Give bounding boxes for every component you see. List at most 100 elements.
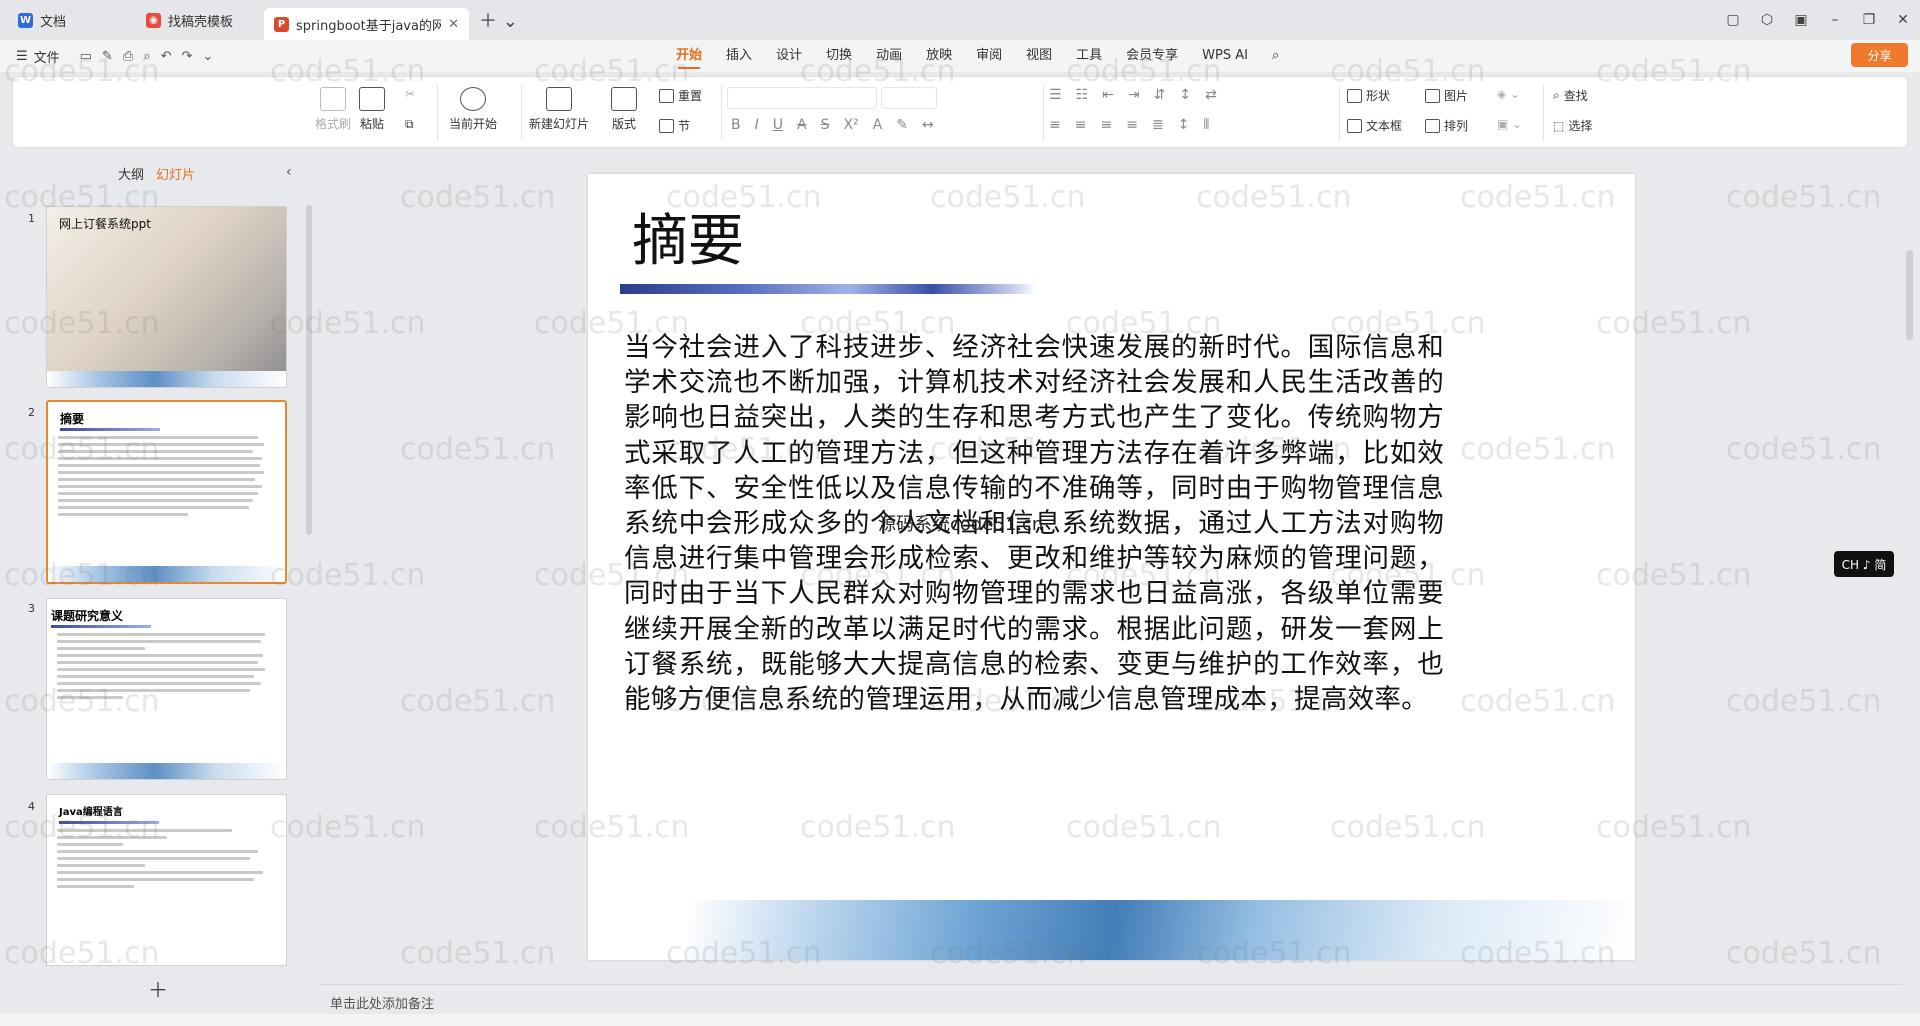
format-painter-label: 格式刷 (315, 117, 352, 131)
tab-animation[interactable]: 动画 (876, 40, 902, 72)
copy-icon[interactable]: ⧉ (405, 117, 414, 132)
search-icon[interactable]: ⌕ (1272, 40, 1279, 72)
thumbnail-title: 网上订餐系统ppt (59, 217, 151, 231)
outline-tab[interactable]: 大纲 (118, 164, 144, 183)
save-icon[interactable]: ▭ (80, 49, 92, 64)
slide-thumbnail-3[interactable]: 课题研究意义 (46, 598, 287, 780)
tab-view[interactable]: 视图 (1026, 40, 1052, 72)
format-painter-button[interactable]: 格式刷 (315, 87, 351, 132)
outline-icon[interactable]: ▣ ⌄ (1497, 117, 1522, 131)
watercolor-decoration (688, 900, 1635, 960)
align-center-icon[interactable]: ≡ (1075, 117, 1087, 133)
slide-thumbnail-4[interactable]: Java编程语言 (46, 794, 287, 966)
tab-review[interactable]: 审阅 (976, 40, 1002, 72)
layout-icon[interactable]: ▢ (1716, 12, 1750, 28)
strikethrough-icon[interactable]: A (797, 117, 807, 133)
tab-transition[interactable]: 切换 (826, 40, 852, 72)
superscript-icon[interactable]: X² (843, 117, 858, 133)
fill-icon[interactable]: ◈ ⌄ (1497, 87, 1520, 101)
picture-button[interactable]: 图片 (1425, 87, 1468, 104)
preview-icon[interactable]: ⌕ (143, 49, 150, 64)
avatar[interactable]: ▣ (1784, 12, 1818, 28)
start-current-button[interactable]: 当前开始 (449, 87, 497, 132)
tab-active-presentation[interactable]: P springboot基于java的网上订餐 ✕ (264, 8, 469, 40)
section-button[interactable]: 节 (659, 117, 690, 134)
new-slide-button[interactable]: 新建幻灯片 (529, 87, 589, 132)
wps-ai-button[interactable]: WPS AI (1202, 40, 1248, 72)
shape-button[interactable]: 形状 (1347, 87, 1390, 104)
canvas-scrollbar[interactable] (1906, 250, 1913, 340)
layout-button[interactable]: 版式 (611, 87, 637, 132)
print-icon[interactable]: ⎙ (123, 49, 133, 64)
cube-icon[interactable]: ⬡ (1750, 12, 1784, 28)
font-name-select[interactable] (727, 87, 877, 109)
strike-s-icon[interactable]: S (821, 117, 830, 133)
redo-icon[interactable]: ↷ (181, 49, 192, 64)
font-color-icon[interactable]: A (873, 117, 883, 133)
ime-indicator[interactable]: CH ♪ 简 (1834, 551, 1894, 577)
status-bar (0, 1014, 1920, 1026)
panel-scrollbar[interactable] (306, 205, 312, 535)
tab-template[interactable]: ◉ 找稿壳模板 (136, 5, 256, 35)
convert-icon[interactable]: ⇄ (1205, 87, 1217, 103)
tab-tools[interactable]: 工具 (1076, 40, 1102, 72)
share-button[interactable]: 分享 (1851, 43, 1908, 67)
pen-icon[interactable]: ✎ (102, 49, 113, 64)
tab-member[interactable]: 会员专享 (1126, 40, 1178, 72)
cut-icon[interactable]: ✂ (405, 87, 415, 101)
tab-start[interactable]: 开始 (676, 40, 702, 72)
tab-design[interactable]: 设计 (776, 40, 802, 72)
distribute-icon[interactable]: ≣ (1152, 117, 1164, 133)
indent-decrease-icon[interactable]: ⇤ (1102, 87, 1114, 103)
hamburger-icon: ☰ (16, 48, 28, 64)
line-spacing-icon[interactable]: ↕ (1178, 117, 1190, 133)
slide-title[interactable]: 摘要 (632, 196, 744, 277)
paste-button[interactable]: 粘贴 (359, 87, 385, 132)
select-button[interactable]: ⬚ 选择 (1553, 117, 1592, 134)
underline-icon[interactable]: U (773, 117, 783, 133)
slide-thumbnail-2[interactable]: 摘要 (46, 400, 287, 584)
chevron-down-icon[interactable]: ⌄ (202, 49, 213, 64)
bold-icon[interactable]: B (731, 117, 741, 133)
font-size-select[interactable] (881, 87, 937, 109)
notes-placeholder: 单击此处添加备注 (330, 997, 435, 1012)
undo-icon[interactable]: ↶ (161, 49, 172, 64)
justify-icon[interactable]: ≡ (1126, 117, 1138, 133)
new-tab-button[interactable]: ＋ ⌄ (479, 7, 518, 33)
indent-increase-icon[interactable]: ⇥ (1128, 87, 1140, 103)
numbered-list-icon[interactable]: ☷ (1076, 87, 1089, 103)
new-slide-icon (546, 87, 572, 111)
tab-insert[interactable]: 插入 (726, 40, 752, 72)
char-spacing-icon[interactable]: ↔ (922, 117, 934, 133)
add-slide-button[interactable]: ＋ (148, 974, 168, 1003)
align-right-icon[interactable]: ≡ (1100, 117, 1112, 133)
notes-pane[interactable]: 单击此处添加备注 (318, 984, 1902, 1014)
bullet-list-icon[interactable]: ☰ (1049, 87, 1062, 103)
find-label: 查找 (1563, 89, 1588, 103)
thumbnail-text-lines (57, 633, 276, 703)
close-icon[interactable]: ✕ (448, 17, 459, 32)
section-icon (659, 118, 674, 133)
reset-button[interactable]: 重置 (659, 87, 702, 104)
tab-slideshow[interactable]: 放映 (926, 40, 952, 72)
window-close-icon[interactable]: ✕ (1886, 12, 1920, 28)
panel-header: 大纲 幻灯片 (0, 164, 258, 184)
collapse-panel-icon[interactable]: ‹ (286, 164, 292, 180)
tab-docs[interactable]: W 文档 (8, 5, 128, 35)
textbox-button[interactable]: 文本框 (1347, 117, 1402, 134)
align-left-icon[interactable]: ≡ (1049, 117, 1061, 133)
minimize-icon[interactable]: – (1818, 12, 1852, 28)
italic-icon[interactable]: I (755, 117, 759, 133)
file-menu[interactable]: ☰ 文件 (16, 47, 60, 66)
highlight-icon[interactable]: ✎ (896, 117, 908, 133)
slides-tab[interactable]: 幻灯片 (156, 164, 195, 183)
slide-thumbnail-1[interactable]: 网上订餐系统ppt (46, 206, 287, 388)
current-slide[interactable]: 摘要 当今社会进入了科技进步、经济社会快速发展的新时代。国际信息和学术交流也不断… (588, 174, 1635, 960)
sort-icon[interactable]: ↕ (1179, 87, 1191, 103)
find-button[interactable]: ⌕ 查找 (1553, 87, 1588, 104)
text-direction-icon[interactable]: ⇵ (1154, 87, 1166, 103)
arrange-button[interactable]: 排列 (1425, 117, 1468, 134)
slide-number: 3 (28, 602, 35, 615)
restore-icon[interactable]: ❐ (1852, 12, 1886, 28)
column-icon[interactable]: ⫴ (1203, 117, 1209, 133)
